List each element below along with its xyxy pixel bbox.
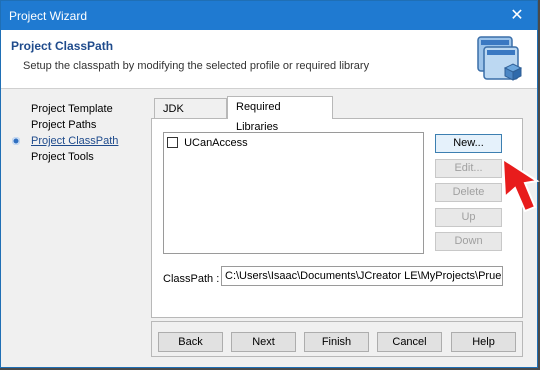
edit-button[interactable]: Edit...	[435, 159, 502, 178]
library-label: UCanAccess	[184, 137, 248, 149]
nav-item-project-tools[interactable]: Project Tools	[9, 149, 141, 165]
wizard-footer: Back Next Finish Cancel Help	[151, 321, 523, 357]
nav-item-project-template[interactable]: Project Template	[9, 101, 141, 117]
library-checkbox[interactable]	[167, 137, 178, 148]
classpath-window-icon	[477, 36, 523, 81]
tab-jdk-profiles[interactable]: JDK Profiles	[154, 98, 227, 135]
page-subtitle: Setup the classpath by modifying the sel…	[23, 60, 370, 72]
project-wizard-dialog: Project Wizard ✕ Project ClassPath Setup…	[0, 0, 538, 368]
required-libraries-panel: UCanAccess New... Edit... Delete Up Down…	[151, 118, 523, 318]
delete-button[interactable]: Delete	[435, 183, 502, 202]
nav-item-label: Project ClassPath	[31, 135, 119, 147]
tab-required-libraries[interactable]: Required Libraries	[227, 96, 333, 133]
classpath-label: ClassPath :	[163, 273, 220, 285]
cancel-button[interactable]: Cancel	[377, 332, 442, 352]
window-title: Project Wizard	[9, 9, 88, 23]
list-item[interactable]: UCanAccess	[167, 136, 248, 150]
library-list[interactable]: UCanAccess	[163, 132, 424, 254]
finish-button[interactable]: Finish	[304, 332, 369, 352]
close-button[interactable]: ✕	[497, 1, 537, 30]
back-button[interactable]: Back	[158, 332, 223, 352]
classpath-field[interactable]: C:\Users\Isaac\Documents\JCreator LE\MyP…	[221, 266, 503, 286]
wizard-steps: Project Template Project Paths Project C…	[9, 101, 141, 165]
nav-item-label: Project Tools	[31, 151, 94, 163]
title-bar[interactable]: Project Wizard ✕	[1, 1, 537, 30]
nav-item-label: Project Template	[31, 103, 113, 115]
nav-item-project-classpath[interactable]: Project ClassPath	[9, 133, 141, 149]
new-button[interactable]: New...	[435, 134, 502, 153]
help-button[interactable]: Help	[451, 332, 516, 352]
next-button[interactable]: Next	[231, 332, 296, 352]
wizard-header: Project ClassPath Setup the classpath by…	[1, 30, 537, 89]
current-step-bullet-icon	[12, 137, 20, 145]
page-title: Project ClassPath	[11, 39, 114, 53]
up-button[interactable]: Up	[435, 208, 502, 227]
down-button[interactable]: Down	[435, 232, 502, 251]
nav-item-project-paths[interactable]: Project Paths	[9, 117, 141, 133]
red-arrow-icon	[501, 157, 540, 213]
nav-item-label: Project Paths	[31, 119, 97, 131]
